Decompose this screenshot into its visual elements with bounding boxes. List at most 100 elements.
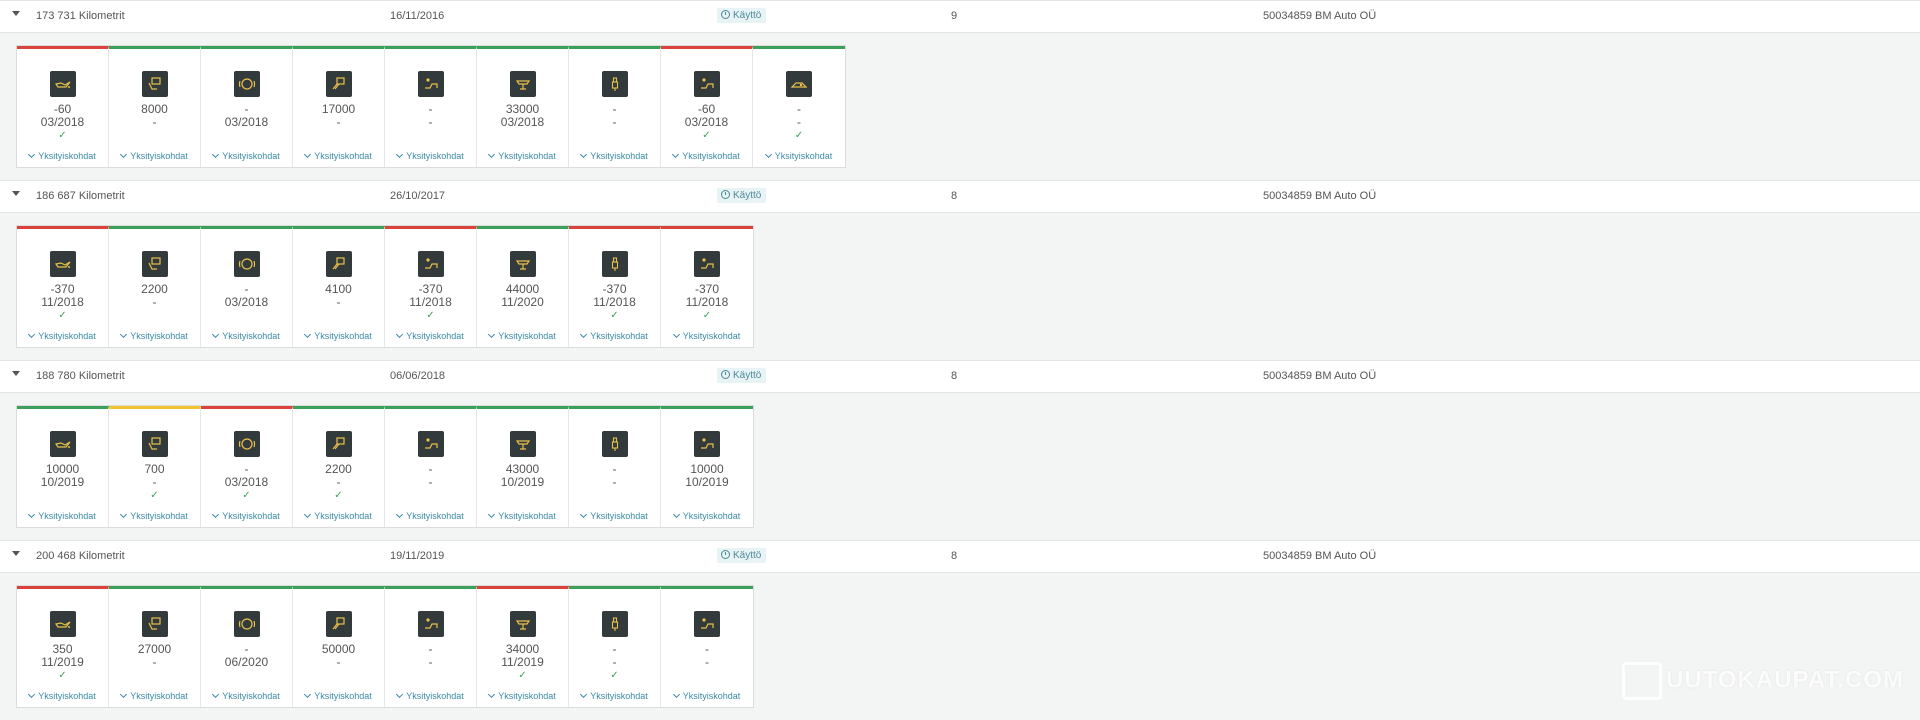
details-link[interactable]: Yksityiskohdat xyxy=(109,510,200,521)
details-link[interactable]: Yksityiskohdat xyxy=(569,330,660,341)
service-card: 34000 11/2019 ✓ Yksityiskohdat xyxy=(477,586,569,707)
details-link[interactable]: Yksityiskohdat xyxy=(109,690,200,701)
details-link[interactable]: Yksityiskohdat xyxy=(661,150,752,161)
brake-disc-icon xyxy=(233,71,260,97)
record-date: 06/06/2018 xyxy=(390,370,446,382)
clock-icon xyxy=(721,190,730,199)
oil-can-icon xyxy=(49,431,76,457)
record-cards-area: -370 11/2018 ✓ Yksityiskohdat 2200 - Yks… xyxy=(0,213,1920,360)
details-link[interactable]: Yksityiskohdat xyxy=(17,510,108,521)
collapse-caret-icon[interactable] xyxy=(12,11,20,16)
collapse-caret-icon[interactable] xyxy=(12,191,20,196)
check-icon: ✓ xyxy=(58,130,67,141)
chevron-down-icon xyxy=(28,330,36,339)
card-check xyxy=(109,129,200,143)
details-link[interactable]: Yksityiskohdat xyxy=(753,150,845,161)
service-card: -370 11/2018 ✓ Yksityiskohdat xyxy=(661,226,753,347)
details-link[interactable]: Yksityiskohdat xyxy=(385,510,476,521)
record-owner: 50034859 BM Auto OÜ xyxy=(1263,190,1377,202)
chevron-down-icon xyxy=(396,510,404,519)
details-link[interactable]: Yksityiskohdat xyxy=(569,690,660,701)
details-link[interactable]: Yksityiskohdat xyxy=(17,690,108,701)
record-owner: 50034859 BM Auto OÜ xyxy=(1263,10,1377,22)
details-link[interactable]: Yksityiskohdat xyxy=(477,330,568,341)
service-record: 188 780 Kilometrit 06/06/2018 Käyttö 8 5… xyxy=(0,360,1920,540)
details-link[interactable]: Yksityiskohdat xyxy=(569,510,660,521)
card-check xyxy=(201,129,292,143)
record-header[interactable]: 173 731 Kilometrit 16/11/2016 Käyttö 9 5… xyxy=(0,0,1920,33)
collapse-caret-icon[interactable] xyxy=(12,371,20,376)
service-card-strip: -60 03/2018 ✓ Yksityiskohdat 8000 - Yksi… xyxy=(16,45,846,168)
card-due-date: 10/2019 xyxy=(40,475,85,489)
record-date: 16/11/2016 xyxy=(390,10,445,22)
details-link[interactable]: Yksityiskohdat xyxy=(17,150,108,161)
card-due-date: - xyxy=(428,115,433,129)
card-due-date: - xyxy=(336,295,341,309)
details-link[interactable]: Yksityiskohdat xyxy=(109,150,200,161)
service-card: -370 11/2018 ✓ Yksityiskohdat xyxy=(17,226,109,347)
record-mileage: 188 780 Kilometrit xyxy=(36,370,125,382)
card-due-date: - xyxy=(152,655,157,669)
details-link[interactable]: Yksityiskohdat xyxy=(201,150,292,161)
card-due-date: 03/2018 xyxy=(40,115,85,129)
service-card: -60 03/2018 ✓ Yksityiskohdat xyxy=(17,46,109,167)
details-link[interactable]: Yksityiskohdat xyxy=(293,690,384,701)
details-link[interactable]: Yksityiskohdat xyxy=(661,330,753,341)
collapse-caret-icon[interactable] xyxy=(12,551,20,556)
details-link[interactable]: Yksityiskohdat xyxy=(661,510,753,521)
details-link[interactable]: Yksityiskohdat xyxy=(201,690,292,701)
card-check xyxy=(17,489,108,503)
details-link[interactable]: Yksityiskohdat xyxy=(661,690,753,701)
details-link[interactable]: Yksityiskohdat xyxy=(201,510,292,521)
service-card: - 03/2018 Yksityiskohdat xyxy=(201,226,293,347)
air-filter-icon xyxy=(325,71,352,97)
record-header[interactable]: 200 468 Kilometrit 19/11/2019 Käyttö 8 5… xyxy=(0,540,1920,573)
details-link[interactable]: Yksityiskohdat xyxy=(385,330,476,341)
details-link[interactable]: Yksityiskohdat xyxy=(477,690,568,701)
card-due-date: 03/2018 xyxy=(500,115,545,129)
details-link[interactable]: Yksityiskohdat xyxy=(293,150,384,161)
clock-icon xyxy=(721,370,730,379)
card-due-date: - xyxy=(336,115,341,129)
brake-disc-icon xyxy=(233,611,260,637)
details-link[interactable]: Yksityiskohdat xyxy=(477,150,568,161)
details-link[interactable]: Yksityiskohdat xyxy=(569,150,660,161)
service-card: - - Yksityiskohdat xyxy=(385,46,477,167)
service-card: 700 - ✓ Yksityiskohdat xyxy=(109,406,201,527)
chevron-down-icon xyxy=(396,330,404,339)
card-check xyxy=(201,669,292,683)
details-link[interactable]: Yksityiskohdat xyxy=(17,330,108,341)
chevron-down-icon xyxy=(304,690,312,699)
chevron-down-icon xyxy=(28,150,36,159)
details-link[interactable]: Yksityiskohdat xyxy=(109,330,200,341)
record-header[interactable]: 188 780 Kilometrit 06/06/2018 Käyttö 8 5… xyxy=(0,360,1920,393)
card-check xyxy=(661,489,753,503)
chevron-down-icon xyxy=(488,690,496,699)
chevron-down-icon xyxy=(764,150,772,159)
service-record: 173 731 Kilometrit 16/11/2016 Käyttö 9 5… xyxy=(0,0,1920,180)
service-card: -60 03/2018 ✓ Yksityiskohdat xyxy=(661,46,753,167)
details-link[interactable]: Yksityiskohdat xyxy=(293,330,384,341)
record-header[interactable]: 186 687 Kilometrit 26/10/2017 Käyttö 8 5… xyxy=(0,180,1920,213)
record-item-count: 9 xyxy=(951,10,958,22)
cabin-filter-icon xyxy=(694,431,720,457)
details-link[interactable]: Yksityiskohdat xyxy=(293,510,384,521)
fuel-filter-icon xyxy=(141,431,168,457)
card-due-date: - xyxy=(705,655,709,669)
chevron-down-icon xyxy=(396,150,404,159)
details-link[interactable]: Yksityiskohdat xyxy=(385,690,476,701)
service-card: 350 11/2019 ✓ Yksityiskohdat xyxy=(17,586,109,707)
card-due-date: - xyxy=(797,115,801,129)
air-filter-icon xyxy=(325,611,352,637)
details-link[interactable]: Yksityiskohdat xyxy=(201,330,292,341)
record-cards-area: -60 03/2018 ✓ Yksityiskohdat 8000 - Yksi… xyxy=(0,33,1920,180)
card-due-date: 11/2018 xyxy=(409,295,452,309)
service-card: - - ✓ Yksityiskohdat xyxy=(569,586,661,707)
status-label: Käyttö xyxy=(733,10,762,21)
clock-icon xyxy=(721,10,730,19)
card-due-date: 11/2018 xyxy=(41,295,84,309)
details-link[interactable]: Yksityiskohdat xyxy=(385,150,476,161)
brake-disc-icon xyxy=(233,251,260,277)
details-link[interactable]: Yksityiskohdat xyxy=(477,510,568,521)
brake-pads-icon xyxy=(786,71,812,97)
